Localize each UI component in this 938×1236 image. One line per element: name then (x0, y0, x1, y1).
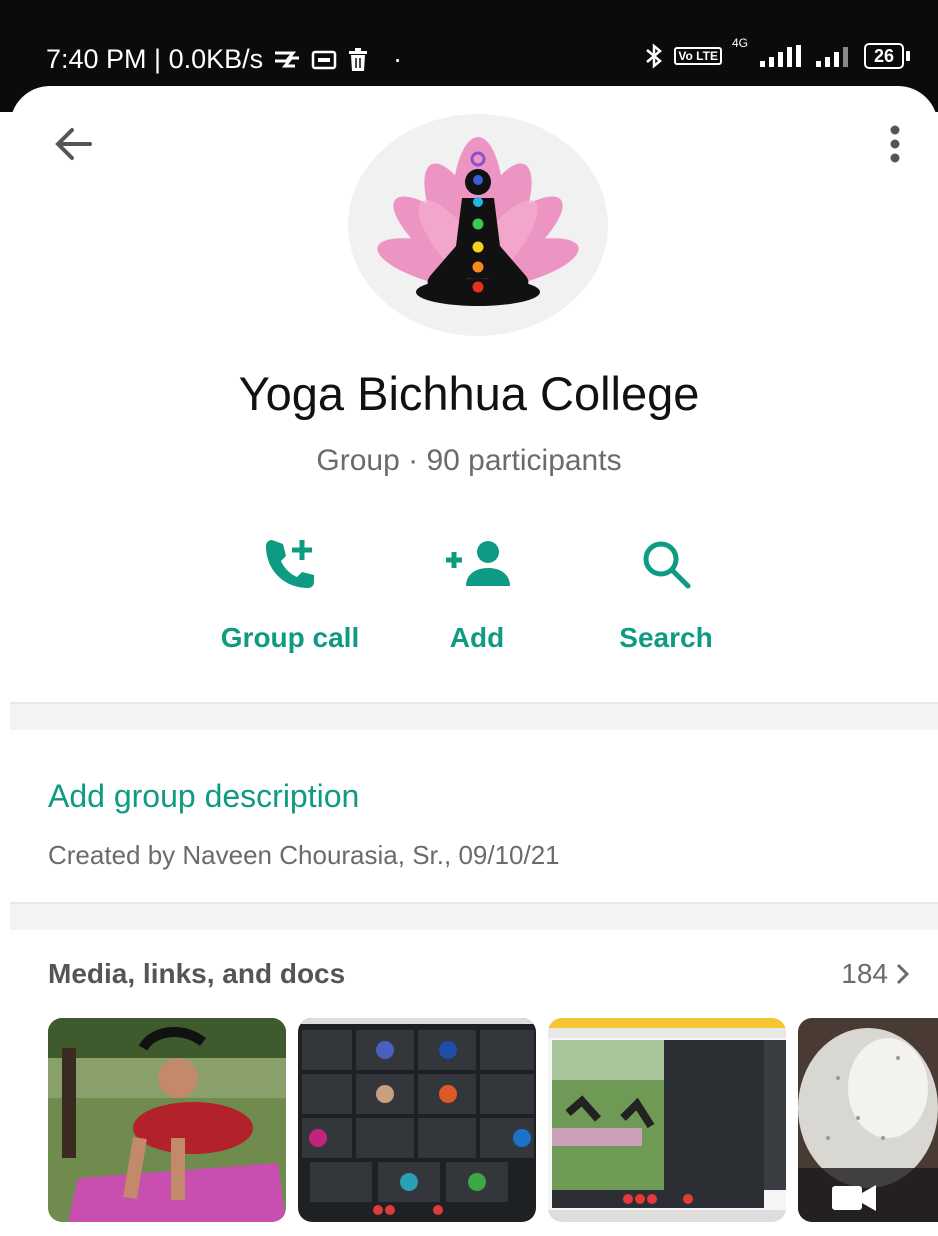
add-participant-button[interactable]: Add (377, 534, 577, 654)
media-thumbnail-video-call[interactable] (298, 1018, 536, 1222)
media-thumbnail-outdoor-yoga[interactable] (548, 1018, 786, 1222)
media-thumbnail-video[interactable] (798, 1018, 938, 1222)
battery-level: 26 (863, 43, 904, 69)
media-thumbnail-yoga-pose[interactable] (48, 1018, 286, 1222)
media-count-link[interactable]: 184 (841, 958, 912, 990)
yoga-lotus-logo (377, 137, 579, 306)
add-label: Add (449, 622, 505, 653)
add-group-description-link[interactable]: Add group description (48, 778, 359, 815)
status-dot: · (393, 44, 403, 74)
media-links-docs-title[interactable]: Media, links, and docs (48, 958, 345, 990)
more-vert-icon (890, 125, 900, 163)
media-count: 184 (841, 958, 888, 989)
back-button[interactable] (50, 120, 98, 168)
arrow-left-icon (55, 128, 92, 160)
usb-icon (275, 51, 300, 67)
bluetooth-icon (646, 43, 663, 69)
chevron-right-icon (896, 963, 910, 985)
group-participants: Group · 90 participants (316, 444, 622, 477)
search-button[interactable]: Search (566, 534, 766, 654)
section-divider (10, 902, 938, 930)
group-avatar[interactable] (348, 114, 608, 336)
more-options-button[interactable] (872, 120, 918, 168)
video-thumbnail (798, 1018, 938, 1222)
volte-badge: Vo LTE (674, 47, 722, 65)
battery-indicator: 26 (863, 43, 910, 69)
search-label: Search (619, 622, 713, 653)
status-time-speed: 7:40 PM | 0.0KB/s (46, 44, 264, 74)
section-divider (10, 702, 938, 730)
screen-icon (311, 50, 337, 69)
network-type: 4G (731, 36, 748, 50)
video-call-grid-screenshot (298, 1018, 536, 1222)
videocam-icon (832, 1185, 876, 1211)
person-add-icon (446, 541, 510, 586)
search-icon (643, 541, 691, 589)
outdoor-yoga-screenshot (548, 1018, 786, 1222)
yoga-pose-photo (48, 1018, 286, 1222)
signal-icon-2 (815, 47, 848, 67)
group-call-button[interactable]: Group call (190, 534, 390, 654)
group-call-label: Group call (220, 622, 360, 653)
created-by-text: Created by Naveen Chourasia, Sr., 09/10/… (48, 840, 560, 870)
call-add-icon (266, 540, 314, 588)
trash-icon (349, 47, 368, 71)
group-name: Yoga Bichhua College (238, 367, 700, 420)
signal-icon (759, 45, 801, 67)
